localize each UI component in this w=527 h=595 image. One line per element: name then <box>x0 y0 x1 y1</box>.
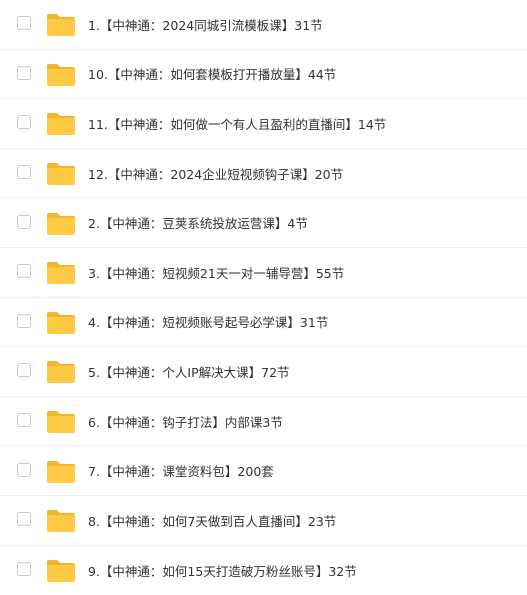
row-checkbox[interactable] <box>17 214 31 229</box>
row-checkbox[interactable] <box>17 16 31 31</box>
folder-icon <box>46 261 76 285</box>
folder-icon <box>46 112 76 136</box>
row-checkbox[interactable] <box>17 462 31 477</box>
file-row[interactable]: 7.【中神通：课堂资料包】200套 <box>0 446 527 496</box>
file-name[interactable]: 5.【中神通：个人IP解决大课】72节 <box>88 347 290 396</box>
row-checkbox[interactable] <box>17 165 31 180</box>
file-row[interactable]: 5.【中神通：个人IP解决大课】72节 <box>0 347 527 397</box>
folder-icon <box>46 559 76 583</box>
folder-icon <box>46 460 76 484</box>
file-row[interactable]: 9.【中神通：如何15天打造破万粉丝账号】32节 <box>0 546 527 595</box>
folder-icon <box>46 212 76 236</box>
row-checkbox[interactable] <box>17 512 31 527</box>
folder-icon <box>46 63 76 87</box>
row-checkbox[interactable] <box>17 264 31 279</box>
file-name[interactable]: 8.【中神通：如何7天做到百人直播间】23节 <box>88 496 336 545</box>
file-name[interactable]: 6.【中神通：钩子打法】内部课3节 <box>88 397 283 446</box>
row-checkbox[interactable] <box>17 313 31 328</box>
folder-icon <box>46 162 76 186</box>
file-name[interactable]: 10.【中神通：如何套模板打开播放量】44节 <box>88 50 336 99</box>
file-name[interactable]: 3.【中神通：短视频21天一对一辅导营】55节 <box>88 248 344 297</box>
file-row[interactable]: 12.【中神通：2024企业短视频钩子课】20节 <box>0 149 527 199</box>
row-checkbox[interactable] <box>17 65 31 80</box>
folder-icon <box>46 509 76 533</box>
file-name[interactable]: 11.【中神通：如何做一个有人且盈利的直播间】14节 <box>88 99 386 148</box>
row-checkbox[interactable] <box>17 413 31 428</box>
row-checkbox[interactable] <box>17 562 31 577</box>
file-row[interactable]: 4.【中神通：短视频账号起号必学课】31节 <box>0 298 527 348</box>
file-row[interactable]: 2.【中神通：豆荚系统投放运营课】4节 <box>0 198 527 248</box>
file-name[interactable]: 2.【中神通：豆荚系统投放运营课】4节 <box>88 198 308 247</box>
file-name[interactable]: 4.【中神通：短视频账号起号必学课】31节 <box>88 298 328 347</box>
file-name[interactable]: 7.【中神通：课堂资料包】200套 <box>88 446 274 495</box>
folder-icon <box>46 410 76 434</box>
file-row[interactable]: 11.【中神通：如何做一个有人且盈利的直播间】14节 <box>0 99 527 149</box>
file-row[interactable]: 3.【中神通：短视频21天一对一辅导营】55节 <box>0 248 527 298</box>
file-row[interactable]: 1.【中神通：2024同城引流模板课】31节 <box>0 0 527 50</box>
row-checkbox[interactable] <box>17 363 31 378</box>
row-checkbox[interactable] <box>17 115 31 130</box>
folder-icon <box>46 311 76 335</box>
folder-icon <box>46 13 76 37</box>
file-name[interactable]: 1.【中神通：2024同城引流模板课】31节 <box>88 0 323 49</box>
file-name[interactable]: 9.【中神通：如何15天打造破万粉丝账号】32节 <box>88 546 357 595</box>
file-row[interactable]: 10.【中神通：如何套模板打开播放量】44节 <box>0 50 527 100</box>
file-row[interactable]: 8.【中神通：如何7天做到百人直播间】23节 <box>0 496 527 546</box>
folder-icon <box>46 360 76 384</box>
file-row[interactable]: 6.【中神通：钩子打法】内部课3节 <box>0 397 527 447</box>
file-list: 1.【中神通：2024同城引流模板课】31节 10.【中神通：如何套模板打开播放量… <box>0 0 527 591</box>
file-name[interactable]: 12.【中神通：2024企业短视频钩子课】20节 <box>88 149 343 198</box>
